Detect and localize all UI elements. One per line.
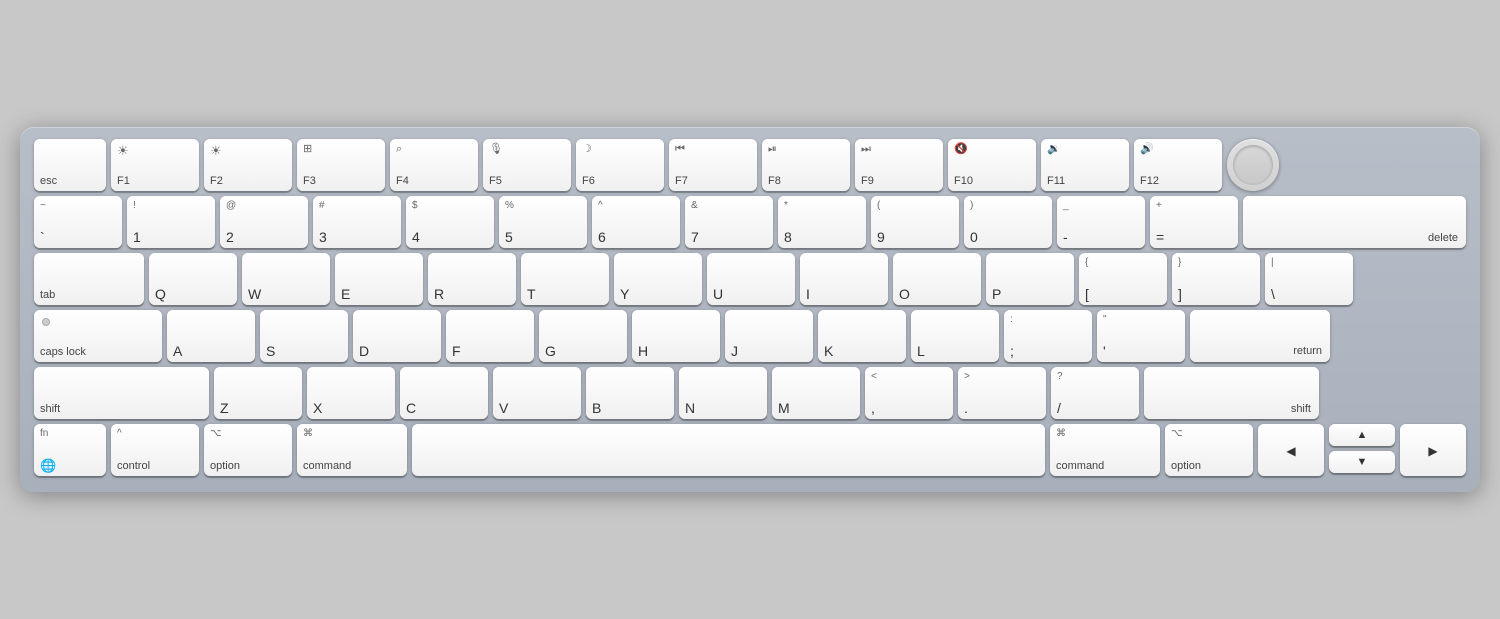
- key-8[interactable]: * 8: [778, 196, 866, 248]
- key-delete[interactable]: delete: [1243, 196, 1466, 248]
- key-g[interactable]: G: [539, 310, 627, 362]
- key-7[interactable]: & 7: [685, 196, 773, 248]
- caps-lock-led: [42, 318, 50, 326]
- asdf-row: caps lock A S D F G H J K L : ;: [34, 310, 1466, 362]
- key-f[interactable]: F: [446, 310, 534, 362]
- zxcv-row: shift Z X C V B N M < , > .: [34, 367, 1466, 419]
- key-equals[interactable]: + =: [1150, 196, 1238, 248]
- key-comma[interactable]: < ,: [865, 367, 953, 419]
- key-h[interactable]: H: [632, 310, 720, 362]
- key-control[interactable]: ^ control: [111, 424, 199, 476]
- key-j[interactable]: J: [725, 310, 813, 362]
- key-tilde[interactable]: ~ `: [34, 196, 122, 248]
- key-l[interactable]: L: [911, 310, 999, 362]
- key-t[interactable]: T: [521, 253, 609, 305]
- key-e[interactable]: E: [335, 253, 423, 305]
- key-n[interactable]: N: [679, 367, 767, 419]
- key-c[interactable]: C: [400, 367, 488, 419]
- key-arrow-right[interactable]: ▶: [1400, 424, 1466, 476]
- key-arrow-down[interactable]: ▼: [1329, 451, 1395, 473]
- keyboard: esc ☀ F1 ☀ F2 ⊞ F3 ⌕ F4 🎙 F5 ☽ F6 ⏮ F7: [20, 127, 1480, 492]
- key-f3[interactable]: ⊞ F3: [297, 139, 385, 191]
- key-f10[interactable]: 🔇 F10: [948, 139, 1036, 191]
- key-i[interactable]: I: [800, 253, 888, 305]
- key-x[interactable]: X: [307, 367, 395, 419]
- key-left-bracket[interactable]: { [: [1079, 253, 1167, 305]
- key-option-left[interactable]: ⌥ option: [204, 424, 292, 476]
- key-u[interactable]: U: [707, 253, 795, 305]
- key-command-right[interactable]: ⌘ command: [1050, 424, 1160, 476]
- qwerty-row: tab Q W E R T Y U I O P: [34, 253, 1466, 305]
- key-f9[interactable]: ⏭ F9: [855, 139, 943, 191]
- key-tab[interactable]: tab: [34, 253, 144, 305]
- key-y[interactable]: Y: [614, 253, 702, 305]
- key-m[interactable]: M: [772, 367, 860, 419]
- key-shift-right[interactable]: shift: [1144, 367, 1319, 419]
- key-2[interactable]: @ 2: [220, 196, 308, 248]
- key-backslash[interactable]: | \: [1265, 253, 1353, 305]
- key-f1[interactable]: ☀ F1: [111, 139, 199, 191]
- key-f2[interactable]: ☀ F2: [204, 139, 292, 191]
- key-b[interactable]: B: [586, 367, 674, 419]
- key-9[interactable]: ( 9: [871, 196, 959, 248]
- key-f4[interactable]: ⌕ F4: [390, 139, 478, 191]
- touch-id-button[interactable]: [1227, 139, 1279, 191]
- key-command-left[interactable]: ⌘ command: [297, 424, 407, 476]
- key-period[interactable]: > .: [958, 367, 1046, 419]
- key-quote[interactable]: " ': [1097, 310, 1185, 362]
- key-right-bracket[interactable]: } ]: [1172, 253, 1260, 305]
- key-minus[interactable]: _ -: [1057, 196, 1145, 248]
- key-r[interactable]: R: [428, 253, 516, 305]
- key-f11[interactable]: 🔉 F11: [1041, 139, 1129, 191]
- key-space[interactable]: [412, 424, 1045, 476]
- arrow-up-down-cluster: ▲ ▼: [1329, 424, 1395, 476]
- key-w[interactable]: W: [242, 253, 330, 305]
- key-q[interactable]: Q: [149, 253, 237, 305]
- key-f7[interactable]: ⏮ F7: [669, 139, 757, 191]
- key-o[interactable]: O: [893, 253, 981, 305]
- bottom-row: fn 🌐 ^ control ⌥ option ⌘ command ⌘ comm…: [34, 424, 1466, 476]
- key-f12[interactable]: 🔊 F12: [1134, 139, 1222, 191]
- key-3[interactable]: # 3: [313, 196, 401, 248]
- key-slash[interactable]: ? /: [1051, 367, 1139, 419]
- touch-id-sensor: [1233, 145, 1273, 185]
- key-option-right[interactable]: ⌥ option: [1165, 424, 1253, 476]
- key-a[interactable]: A: [167, 310, 255, 362]
- key-f8[interactable]: ⏯ F8: [762, 139, 850, 191]
- key-caps-lock[interactable]: caps lock: [34, 310, 162, 362]
- key-f5[interactable]: 🎙 F5: [483, 139, 571, 191]
- key-fn[interactable]: fn 🌐: [34, 424, 106, 476]
- key-v[interactable]: V: [493, 367, 581, 419]
- key-0[interactable]: ) 0: [964, 196, 1052, 248]
- key-arrow-left[interactable]: ◀: [1258, 424, 1324, 476]
- key-p[interactable]: P: [986, 253, 1074, 305]
- key-k[interactable]: K: [818, 310, 906, 362]
- key-1[interactable]: ! 1: [127, 196, 215, 248]
- key-shift-left[interactable]: shift: [34, 367, 209, 419]
- key-arrow-up[interactable]: ▲: [1329, 424, 1395, 446]
- key-5[interactable]: % 5: [499, 196, 587, 248]
- key-d[interactable]: D: [353, 310, 441, 362]
- key-4[interactable]: $ 4: [406, 196, 494, 248]
- function-key-row: esc ☀ F1 ☀ F2 ⊞ F3 ⌕ F4 🎙 F5 ☽ F6 ⏮ F7: [34, 139, 1466, 191]
- key-z[interactable]: Z: [214, 367, 302, 419]
- key-f6[interactable]: ☽ F6: [576, 139, 664, 191]
- key-esc[interactable]: esc: [34, 139, 106, 191]
- key-6[interactable]: ^ 6: [592, 196, 680, 248]
- key-return[interactable]: return: [1190, 310, 1330, 362]
- number-row: ~ ` ! 1 @ 2 # 3 $ 4 % 5 ^ 6 & 7: [34, 196, 1466, 248]
- key-s[interactable]: S: [260, 310, 348, 362]
- key-semicolon[interactable]: : ;: [1004, 310, 1092, 362]
